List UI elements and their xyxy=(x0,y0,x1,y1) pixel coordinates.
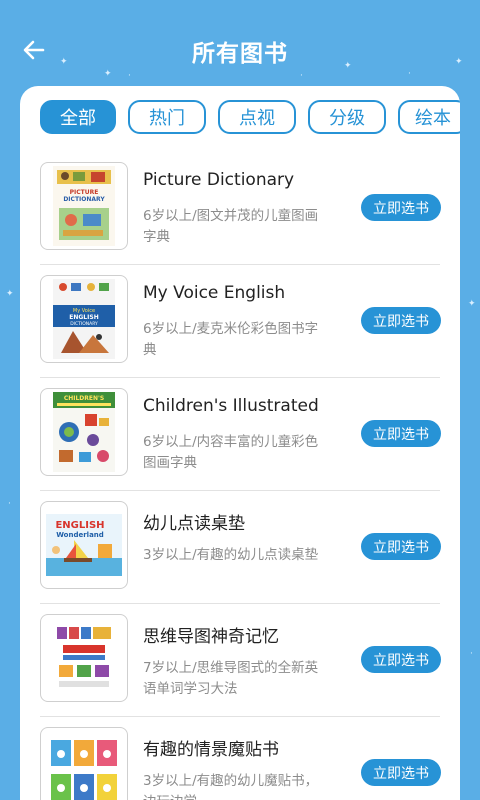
book-title: My Voice English xyxy=(143,283,286,303)
my-voice-english-cover: My Voice ENGLISH DICTIONARY xyxy=(40,275,128,363)
picture-dictionary-cover: PICTURE DICTIONARY xyxy=(40,162,128,250)
select-book-button[interactable]: 立即选书 xyxy=(361,759,441,786)
select-book-button[interactable]: 立即选书 xyxy=(361,533,441,560)
list-item[interactable]: PICTURE DICTIONARY Picture Dictionary 6岁… xyxy=(40,152,441,265)
list-item[interactable]: 有趣的情景魔贴书 3岁以上/有趣的幼儿魔贴书，边玩边学 立即选书 xyxy=(40,717,441,800)
category-tabs: 全部 热门 点视 分级 绘本 xyxy=(40,100,460,136)
book-description: 3岁以上/有趣的幼儿点读桌垫 xyxy=(143,547,319,563)
book-title: 有趣的情景魔贴书 xyxy=(143,740,279,760)
tab-picture-book[interactable]: 绘本 xyxy=(398,100,460,134)
svg-text:ENGLISH: ENGLISH xyxy=(55,520,104,531)
book-title: Children's Illustrated xyxy=(143,396,319,416)
svg-text:Wonderland: Wonderland xyxy=(56,531,104,539)
svg-text:DICTIONARY: DICTIONARY xyxy=(63,196,105,203)
sticker-book-cover xyxy=(40,727,128,800)
page-title: 所有图书 xyxy=(192,41,288,67)
list-item[interactable]: 思维导图神奇记忆 7岁以上/思维导图式的全新英语单词学习大法 立即选书 xyxy=(40,604,441,717)
select-book-button[interactable]: 立即选书 xyxy=(361,420,441,447)
book-description: 3岁以上/有趣的幼儿魔贴书，边玩边学 xyxy=(143,773,319,800)
tab-all[interactable]: 全部 xyxy=(40,100,116,134)
tab-level[interactable]: 分级 xyxy=(308,100,386,134)
book-description: 6岁以上/麦克米伦彩色图书字典 xyxy=(143,321,319,358)
book-title: Picture Dictionary xyxy=(143,170,295,190)
list-item[interactable]: ENGLISH Wonderland 幼儿点读桌垫 3岁以上/有趣的幼儿点读桌垫… xyxy=(40,491,441,604)
select-book-button[interactable]: 立即选书 xyxy=(361,307,441,334)
book-description: 6岁以上/图文并茂的儿童图画字典 xyxy=(143,208,319,245)
book-title: 思维导图神奇记忆 xyxy=(143,627,279,647)
book-description: 6岁以上/内容丰富的儿童彩色图画字典 xyxy=(143,434,319,471)
list-item[interactable]: My Voice ENGLISH DICTIONARY My Voice Eng… xyxy=(40,265,441,378)
svg-text:CHILDREN'S: CHILDREN'S xyxy=(64,395,104,402)
select-book-button[interactable]: 立即选书 xyxy=(361,194,441,221)
top-bar: 所有图书 xyxy=(0,0,480,100)
book-list: PICTURE DICTIONARY Picture Dictionary 6岁… xyxy=(40,152,441,800)
english-wonderland-cover: ENGLISH Wonderland xyxy=(40,501,128,589)
svg-text:ENGLISH: ENGLISH xyxy=(69,314,98,321)
svg-text:PICTURE: PICTURE xyxy=(70,189,99,196)
book-title: 幼儿点读桌垫 xyxy=(143,514,245,534)
mind-map-cover xyxy=(40,614,128,702)
list-item[interactable]: CHILDREN'S Children's Illustrated 6岁以上/内… xyxy=(40,378,441,491)
tab-popular[interactable]: 热门 xyxy=(128,100,206,134)
svg-text:DICTIONARY: DICTIONARY xyxy=(70,321,98,327)
select-book-button[interactable]: 立即选书 xyxy=(361,646,441,673)
book-list-panel: 全部 热门 点视 分级 绘本 PICTURE DICTIONARY Pictur… xyxy=(20,86,460,800)
book-description: 7岁以上/思维导图式的全新英语单词学习大法 xyxy=(143,660,319,697)
childrens-illustrated-cover: CHILDREN'S xyxy=(40,388,128,476)
tab-point-read[interactable]: 点视 xyxy=(218,100,296,134)
